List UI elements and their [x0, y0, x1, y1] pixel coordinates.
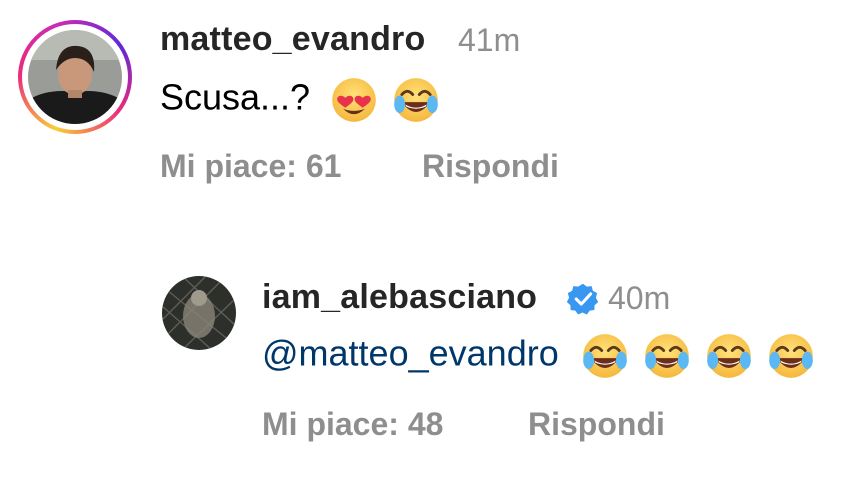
timestamp: 41m — [458, 22, 521, 58]
reply-button[interactable]: Rispondi — [528, 406, 665, 443]
likes-count[interactable]: Mi piace: 48 — [262, 406, 443, 443]
likes-count[interactable]: Mi piace: 61 — [160, 148, 341, 185]
heart-eyes-emoji — [332, 78, 376, 122]
verified-badge-icon — [566, 283, 599, 315]
avatar[interactable] — [162, 276, 236, 350]
comment-2: iam_alebasciano 40m @matteo_evandro Mi p… — [0, 250, 860, 504]
username[interactable]: iam_alebasciano — [262, 278, 537, 317]
username[interactable]: matteo_evandro — [160, 20, 425, 59]
story-ring[interactable] — [18, 20, 132, 134]
comment-text: Scusa...? — [160, 76, 440, 124]
tears-of-joy-emoji — [767, 332, 815, 380]
mention-link[interactable]: @matteo_evandro — [262, 333, 559, 374]
comment-body: Scusa...? — [160, 76, 311, 118]
tears-of-joy-emoji — [643, 332, 690, 380]
timestamp: 40m — [608, 280, 671, 316]
tears-of-joy-emoji — [705, 332, 753, 380]
avatar[interactable] — [28, 30, 122, 124]
comment-text: @matteo_evandro — [262, 332, 815, 380]
reply-button[interactable]: Rispondi — [422, 148, 559, 185]
tears-of-joy-emoji — [581, 332, 628, 380]
tears-of-joy-emoji — [392, 76, 440, 124]
comment-1: matteo_evandro 41m Scusa...? Mi piace: 6… — [0, 0, 860, 230]
